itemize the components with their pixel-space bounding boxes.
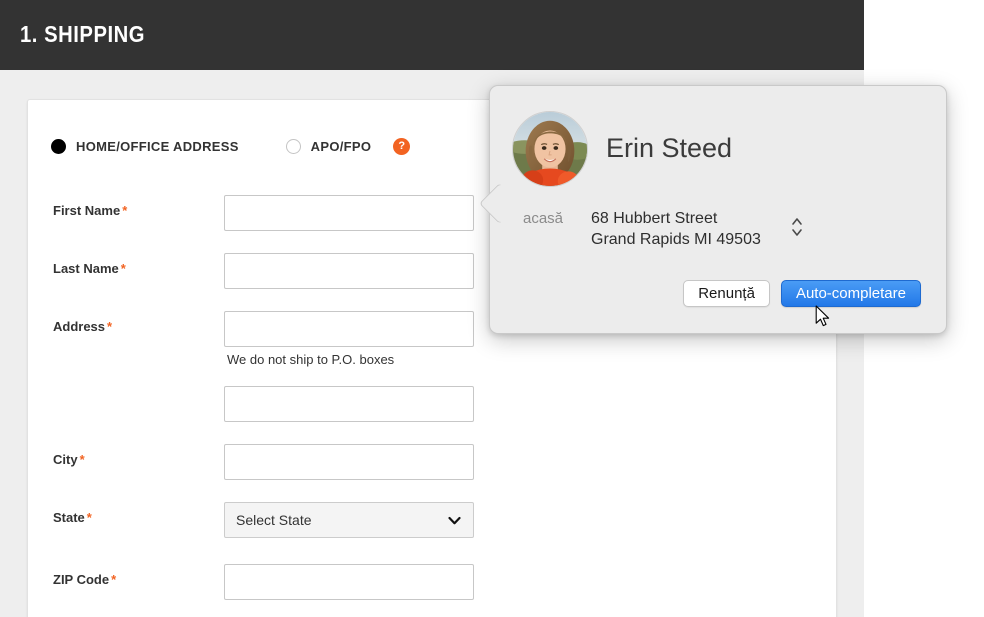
label-address: Address * <box>53 319 113 334</box>
radio-home-office-address[interactable] <box>51 139 66 154</box>
input-zip-code[interactable] <box>224 564 474 600</box>
page-title: 1. SHIPPING <box>20 21 146 47</box>
chevron-down-icon <box>448 514 461 527</box>
screen: 1. SHIPPING HOME/OFFICE ADDRESS APO/FPO … <box>0 0 984 617</box>
popover-actions: Renunță Auto-completare <box>490 280 946 307</box>
field-row-state: State * Select State <box>28 502 836 538</box>
required-marker: * <box>79 452 85 467</box>
required-marker: * <box>122 203 128 218</box>
popover-pointer <box>479 181 501 225</box>
required-marker: * <box>86 510 92 525</box>
radio-label-apo-fpo[interactable]: APO/FPO <box>311 139 372 154</box>
field-row-address-line-2 <box>28 386 836 422</box>
label-last-name: Last Name * <box>53 261 126 276</box>
address-type-radio-group: HOME/OFFICE ADDRESS APO/FPO ? <box>51 138 411 155</box>
section-header: 1. SHIPPING <box>0 0 864 70</box>
field-row-zip-code: ZIP Code * <box>28 564 836 600</box>
select-state[interactable]: Select State <box>224 502 474 538</box>
contact-name: Erin Steed <box>606 133 733 163</box>
input-address-line-2[interactable] <box>224 386 474 422</box>
radio-apo-fpo[interactable] <box>285 139 301 154</box>
required-marker: * <box>120 261 126 276</box>
select-state-value: Select State <box>236 512 312 528</box>
label-city: City * <box>53 452 85 467</box>
avatar <box>512 111 588 187</box>
input-city[interactable] <box>224 444 474 480</box>
address-value: 68 Hubbert Street Grand Rapids MI 49503 <box>591 208 761 250</box>
address-line-1: 68 Hubbert Street <box>591 210 718 227</box>
question-mark-icon[interactable]: ? <box>393 138 411 155</box>
address-help-text: We do not ship to P.O. boxes <box>227 352 395 367</box>
cancel-button[interactable]: Renunță <box>683 280 770 307</box>
input-address-line-1[interactable] <box>224 311 474 347</box>
address-type-label: acasă <box>523 210 564 227</box>
radio-label-home-office-address[interactable]: HOME/OFFICE ADDRESS <box>76 139 239 154</box>
label-state: State * <box>53 510 92 525</box>
field-row-city: City * <box>28 444 836 480</box>
input-first-name[interactable] <box>224 195 474 231</box>
label-first-name: First Name * <box>53 203 128 218</box>
input-last-name[interactable] <box>224 253 474 289</box>
autofill-popover: Erin Steed acasă 68 Hubbert Street Grand… <box>489 85 947 334</box>
autofill-button[interactable]: Auto-completare <box>780 280 921 307</box>
chevron-up-down-icon[interactable] <box>790 214 804 240</box>
address-line-2: Grand Rapids MI 49503 <box>591 231 761 248</box>
label-zip-code: ZIP Code * <box>53 572 117 587</box>
required-marker: * <box>111 572 117 587</box>
required-marker: * <box>107 319 113 334</box>
